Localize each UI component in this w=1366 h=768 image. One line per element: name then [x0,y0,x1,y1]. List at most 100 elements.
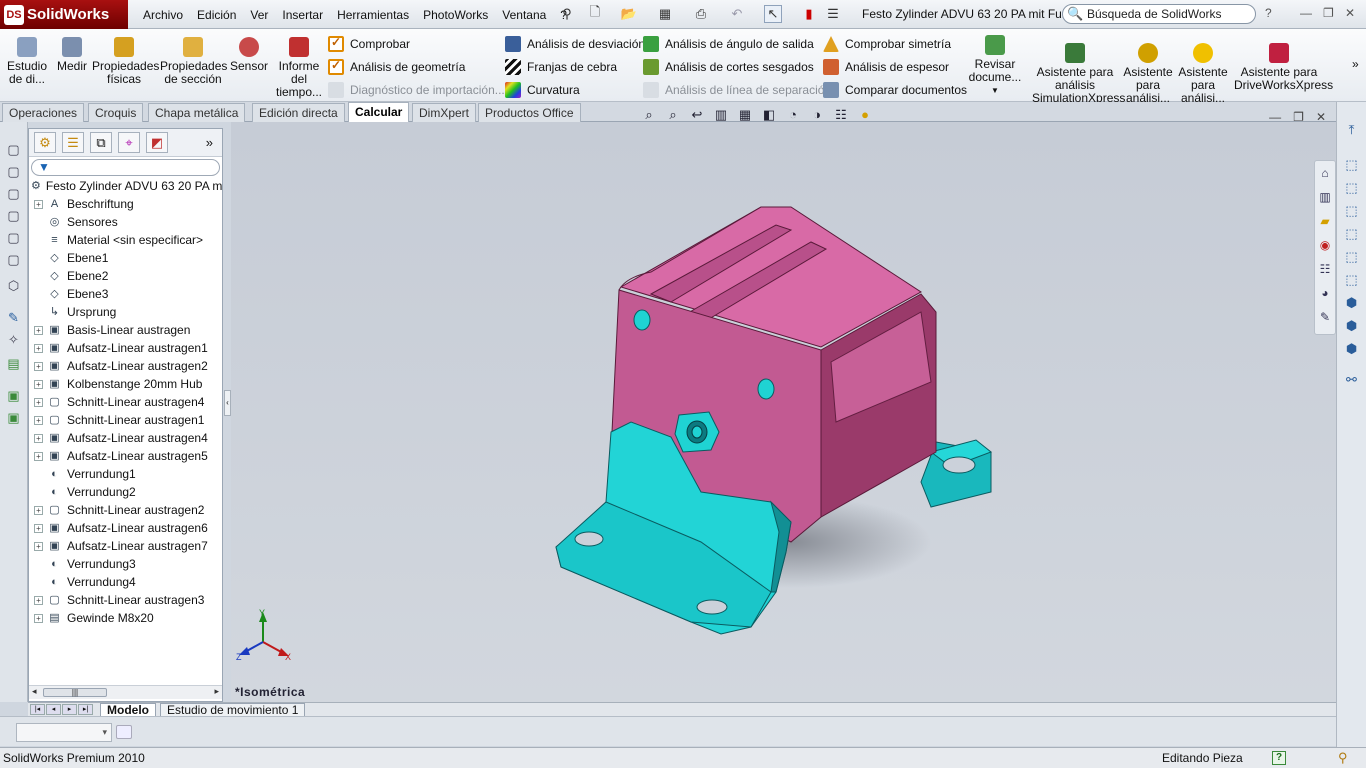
expand-icon[interactable]: + [34,541,43,551]
expand-icon[interactable]: + [34,595,43,605]
panel-collapse-handle[interactable]: ‹ [224,390,231,416]
help-button[interactable]: ? [1265,6,1272,20]
view-bottom-icon[interactable]: ▢ [5,252,22,269]
undo-icon[interactable]: ↶ [728,5,746,23]
search-input[interactable]: 🔍 Búsqueda de SolidWorks [1062,4,1256,24]
tree-item[interactable]: ◐ Verrundung4 [29,573,222,591]
open-folder-icon[interactable]: 📂 [620,5,638,23]
review-dropdown-icon[interactable]: ▼ [966,84,1024,97]
design-library-icon[interactable]: ▥ [1315,185,1335,209]
tree-item[interactable]: ◐ Verrundung3 [29,555,222,573]
tab-calcular[interactable]: Calcular [348,102,410,123]
solidworks-logo[interactable]: DS SolidWorks [0,0,128,29]
first-tab-icon[interactable]: |◂ [30,704,45,715]
cylinder-model[interactable]: Y X Z [231,122,1336,702]
tree-item[interactable]: + ▣ Aufsatz-Linear austragen1 [29,339,222,357]
tab-chapa-metalica[interactable]: Chapa metálica [148,103,246,122]
sketch-icon[interactable]: ✎ [5,310,22,327]
command-combo[interactable]: ▾ [16,723,112,742]
section-properties-button[interactable]: Propiedades de sección [160,37,227,86]
menu-archivo[interactable]: Archivo [136,8,190,22]
check-button[interactable]: Comprobar [328,35,410,52]
section-view-icon[interactable]: ▥ [712,107,730,123]
tab-motion-study[interactable]: Estudio de movimiento 1 [160,703,306,717]
measure-button[interactable]: Medir [54,37,90,73]
sensor-button[interactable]: Sensor [228,37,270,73]
smart-dimension-icon[interactable]: ✧ [5,332,22,349]
tree-scrollbar[interactable]: ◂ ||| ▸ [29,685,222,699]
tree-item[interactable]: + ▣ Aufsatz-Linear austragen4 [29,429,222,447]
view-settings-icon[interactable]: ● [856,107,874,123]
graphics-area[interactable]: Y X Z — ❐ ✕ [231,110,1336,702]
view-front-icon[interactable]: ▢ [5,142,22,159]
expand-icon[interactable]: + [34,379,43,389]
view-right-cube-icon[interactable]: ⬚ [1337,222,1366,245]
menu-edicion[interactable]: Edición [190,8,243,22]
view-left-cube-icon[interactable]: ⬚ [1337,199,1366,222]
quick-tips-icon[interactable]: ? [1272,751,1286,765]
command-button[interactable] [116,725,132,739]
expand-icon[interactable]: + [34,361,43,371]
floxpress-button[interactable]: Asistente para análisi... [1122,43,1174,105]
view-iso-icon[interactable]: ⬡ [5,278,22,295]
cut-icon[interactable]: ▣ [5,410,22,427]
tree-item[interactable]: + ▢ Schnitt-Linear austragen2 [29,501,222,519]
expand-icon[interactable]: + [34,505,43,515]
restore-icon[interactable]: ❐ [1323,6,1334,20]
tab-modelo[interactable]: Modelo [100,703,156,717]
zoom-to-area-icon[interactable]: ⌕ [664,107,682,123]
viewport-close-icon[interactable]: ✕ [1316,110,1326,124]
displaymanager-tab-icon[interactable]: ◩ [146,132,168,153]
edit-appearance-icon[interactable]: ◑ [808,107,826,123]
appearances-icon[interactable]: ◕ [1315,281,1335,305]
hide-show-items-icon[interactable]: ◔ [784,107,802,123]
thickness-analysis-button[interactable]: Análisis de espesor [823,59,949,75]
expand-icon[interactable]: + [34,397,43,407]
deviation-analysis-button[interactable]: Análisis de desviación [505,36,645,52]
options-icon[interactable]: ☰ [824,5,842,23]
tree-item[interactable]: + ▣ Aufsatz-Linear austragen5 [29,447,222,465]
review-document-button[interactable]: Revisar docume... ▼ [966,35,1024,97]
view-front-cube-icon[interactable]: ⬚ [1337,153,1366,176]
menu-insertar[interactable]: Insertar [275,8,330,22]
tree-item[interactable]: + ▣ Aufsatz-Linear austragen7 [29,537,222,555]
tab-edicion-directa[interactable]: Edición directa [252,103,345,122]
view-orientation-icon[interactable]: ▦ [736,107,754,123]
link-views-icon[interactable]: ⚯ [1337,368,1366,391]
compare-documents-button[interactable]: Comparar documentos [823,82,967,98]
curvature-button[interactable]: Curvatura [505,82,580,98]
propertymanager-tab-icon[interactable]: ☰ [62,132,84,153]
expand-icon[interactable]: + [34,325,43,335]
view-trimetric-cube-icon[interactable]: ⬢ [1337,314,1366,337]
configurationmanager-tab-icon[interactable]: ⧉ [90,132,112,153]
features-icon[interactable]: ▤ [5,356,22,373]
normal-to-icon[interactable]: ⤒ [1337,118,1366,141]
last-tab-icon[interactable]: ▸| [78,704,93,715]
view-back-icon[interactable]: ▢ [5,164,22,181]
tab-dimxpert[interactable]: DimXpert [412,103,477,122]
close-icon[interactable]: ✕ [1345,6,1355,20]
parting-line-analysis-button[interactable]: Análisis de línea de separación [643,82,831,98]
tree-item[interactable]: ≡ Material <sin especificar> [29,231,222,249]
tree-item[interactable]: ◐ Verrundung2 [29,483,222,501]
tree-filter-input[interactable]: ▼ [31,159,220,176]
tree-item[interactable]: + ▣ Kolbenstange 20mm Hub [29,375,222,393]
zoom-to-fit-icon[interactable]: ⌕ [640,107,658,123]
tree-item[interactable]: + ▤ Gewinde M8x20 [29,609,222,627]
tree-item[interactable]: ◇ Ebene3 [29,285,222,303]
tree-item[interactable]: ◇ Ebene1 [29,249,222,267]
draft-analysis-button[interactable]: Análisis de ángulo de salida [643,36,814,52]
view-dimetric-cube-icon[interactable]: ⬢ [1337,337,1366,360]
tree-item[interactable]: + ▢ Schnitt-Linear austragen1 [29,411,222,429]
extrude-icon[interactable]: ▣ [5,388,22,405]
mass-properties-button[interactable]: Propiedades físicas [92,37,159,86]
viewport-minimize-icon[interactable]: — [1269,110,1281,124]
tree-item[interactable]: + ▢ Schnitt-Linear austragen3 [29,591,222,609]
minimize-icon[interactable]: — [1300,6,1312,20]
view-palette-icon[interactable]: ◉ [1315,233,1335,257]
tree-item[interactable]: + ▣ Aufsatz-Linear austragen6 [29,519,222,537]
geometry-analysis-button[interactable]: Análisis de geometría [328,58,465,75]
performance-report-button[interactable]: Informe del tiempo... [274,37,324,99]
tree-tabs-more-icon[interactable]: » [206,133,213,154]
design-study-button[interactable]: Estudio de di... [4,37,50,86]
